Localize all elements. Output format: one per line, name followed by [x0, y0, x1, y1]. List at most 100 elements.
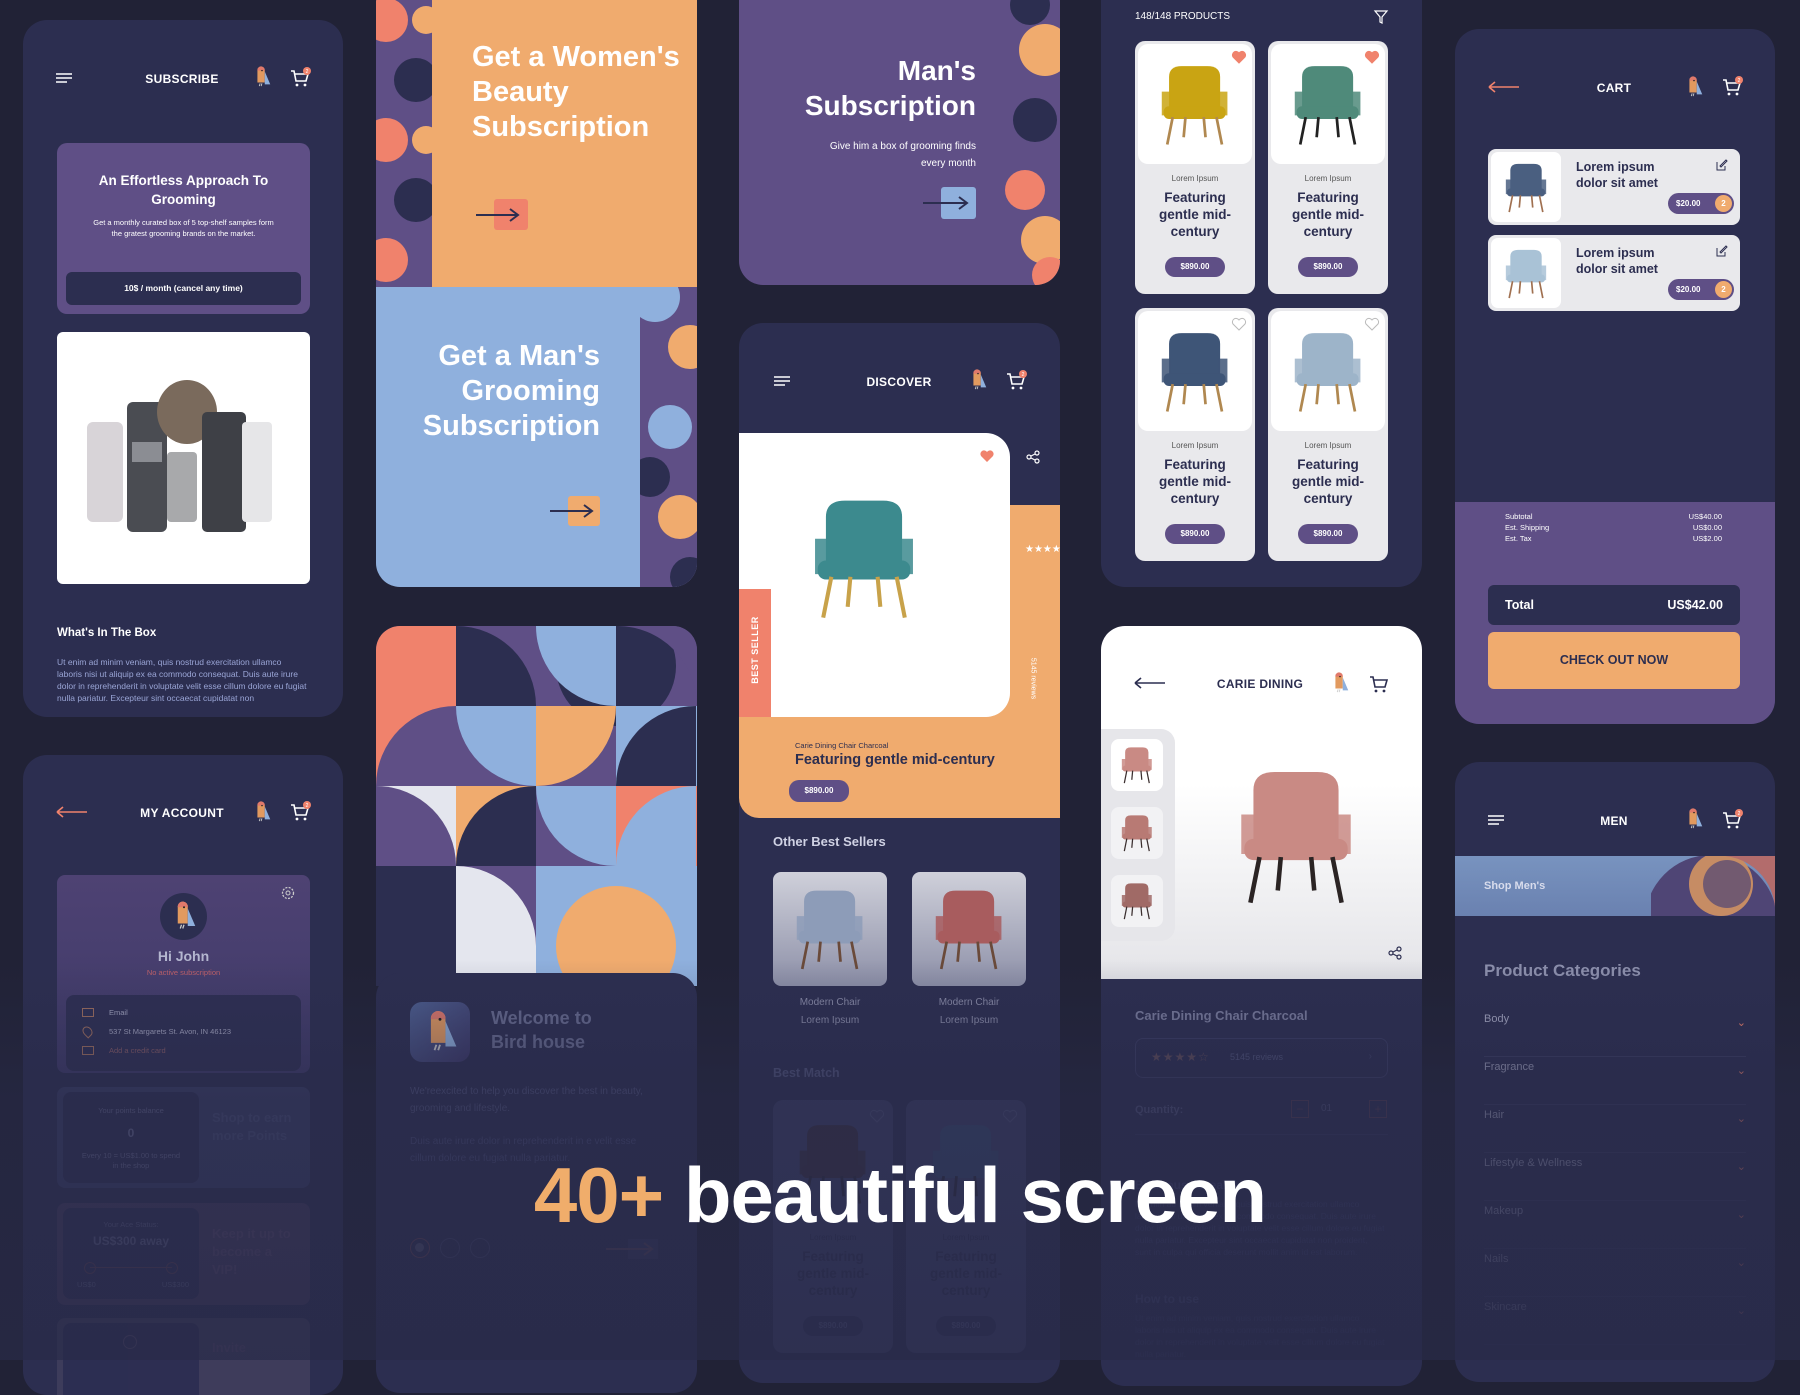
product-card[interactable]: Lorem Ipsum Featuring gentle mid-century…	[1135, 308, 1255, 561]
bird-logo-icon	[251, 801, 273, 823]
cart-icon[interactable]: 2	[1005, 370, 1027, 392]
share-icon[interactable]	[1388, 946, 1402, 960]
settings-gear-icon[interactable]	[280, 885, 296, 901]
screen-title: MY ACCOUNT	[140, 806, 224, 820]
hero-title: An Effortless Approach To Grooming	[98, 173, 269, 207]
card-title: Featuring gentle mid-century	[796, 1249, 869, 1298]
screen-title: DISCOVER	[866, 375, 932, 389]
add-credit-card-link[interactable]: Add a credit card	[109, 1046, 166, 1055]
back-arrow-icon[interactable]	[1133, 672, 1167, 694]
reviews-count: 5145 reviews	[1029, 657, 1037, 700]
heart-outline-icon[interactable]	[1364, 316, 1380, 332]
chair-drawing	[1162, 332, 1228, 412]
product-card[interactable]: Lorem Ipsum Featuring gentle mid-century…	[1268, 41, 1388, 294]
cart-item[interactable]: Lorem ipsum dolor sit amet $20.00 2	[1488, 149, 1740, 225]
men-screen: MEN 2 Shop Men's Product Categories Body…	[1455, 762, 1775, 1382]
cart-item[interactable]: Lorem ipsum dolor sit amet $20.00 2	[1488, 235, 1740, 311]
category-row[interactable]: Body ⌄	[1484, 1009, 1746, 1057]
chair-drawing	[1162, 65, 1228, 145]
banner-pattern	[1651, 856, 1775, 916]
card-title: Featuring gentle mid-century	[1291, 457, 1364, 506]
back-arrow-icon[interactable]	[55, 801, 89, 823]
hamburger-menu-icon[interactable]	[53, 67, 75, 89]
page-dot[interactable]	[470, 1238, 490, 1258]
bird-logo-icon	[967, 369, 989, 391]
heart-filled-icon[interactable]	[979, 448, 995, 464]
men-grooming-arrow-button[interactable]	[550, 496, 600, 526]
man-subscription-arrow-button[interactable]	[923, 187, 976, 219]
card-title: Featuring gentle mid-century	[1291, 190, 1364, 239]
cart-icon[interactable]: 2	[1721, 76, 1743, 98]
chevron-down-icon: ⌄	[1736, 1017, 1746, 1029]
man-subscription-promo[interactable]: Man's Subscription Give him a box of gro…	[739, 0, 1060, 285]
hamburger-menu-icon[interactable]	[1485, 809, 1507, 831]
quantity-decrement[interactable]: −	[1291, 1100, 1309, 1118]
product-card[interactable]: Lorem Ipsum Featuring gentle mid-century…	[1135, 41, 1255, 294]
address-field[interactable]: 537 St Margarets St. Avon, IN 46123	[109, 1027, 231, 1036]
next-arrow-icon[interactable]	[604, 1239, 662, 1259]
shop-mens-banner[interactable]: Shop Men's	[1455, 856, 1775, 916]
share-icon[interactable]	[1026, 450, 1040, 464]
women-promo[interactable]: Get a Women's Beauty Subscription	[376, 0, 697, 287]
chevron-down-icon: ⌄	[1736, 1305, 1746, 1317]
price-pill[interactable]: $890.00	[1298, 257, 1358, 277]
page-dot[interactable]	[440, 1238, 460, 1258]
price-pill[interactable]: $20.00 2	[1668, 193, 1734, 214]
checkout-button[interactable]: CHECK OUT NOW	[1488, 632, 1740, 689]
cart-icon[interactable]	[1368, 673, 1390, 695]
category-label: Hair	[1484, 1109, 1505, 1121]
product-card[interactable]: Lorem Ipsum Featuring gentle mid-century…	[1268, 308, 1388, 561]
email-field[interactable]: Email	[109, 1008, 128, 1017]
category-row[interactable]: Fragrance ⌄	[1484, 1057, 1746, 1105]
welcome-text-1: We'reexcited to help you discover the be…	[410, 1086, 643, 1114]
cart-item-price: $20.00	[1676, 285, 1701, 294]
price-pill[interactable]: $890.00	[803, 1316, 863, 1336]
cart-icon[interactable]: 2	[1721, 809, 1743, 831]
heart-filled-icon[interactable]	[1364, 49, 1380, 65]
circle-pattern-strip	[1005, 0, 1060, 285]
how-to-use-heading: How to use	[1135, 1292, 1200, 1306]
rating-stars: ★★★★☆	[1025, 544, 1060, 555]
thumbnail[interactable]	[1111, 875, 1163, 927]
price-pill[interactable]: $20.00 2	[1668, 279, 1734, 300]
heart-filled-icon[interactable]	[1231, 49, 1247, 65]
heart-outline-icon[interactable]	[1231, 316, 1247, 332]
invite-card[interactable]: Invite	[57, 1318, 310, 1395]
edit-icon[interactable]	[1716, 245, 1728, 257]
page-dot-active[interactable]	[410, 1238, 430, 1258]
category-row[interactable]: Skincare ⌄	[1484, 1297, 1746, 1345]
category-row[interactable]: Nails ⌄	[1484, 1249, 1746, 1297]
price-pill[interactable]: $890.00	[1165, 257, 1225, 277]
heart-outline-icon[interactable]	[869, 1108, 885, 1124]
price-pill[interactable]: $890.00	[936, 1316, 996, 1336]
svg-text:2: 2	[1738, 811, 1741, 817]
featured-product-image[interactable]	[739, 433, 1010, 717]
category-label: Fragrance	[1484, 1061, 1535, 1073]
contact-info: Email 537 St Margarets St. Avon, IN 4612…	[66, 995, 301, 1071]
quantity-label: Quantity:	[1135, 1104, 1184, 1116]
price-pill[interactable]: $890.00	[1298, 524, 1358, 544]
women-promo-arrow-button[interactable]	[476, 199, 528, 230]
chair-drawing	[1295, 332, 1361, 412]
price-button[interactable]: 10$ / month (cancel any time)	[66, 272, 301, 305]
edit-icon[interactable]	[1716, 159, 1728, 171]
category-row[interactable]: Hair ⌄	[1484, 1105, 1746, 1153]
price-pill[interactable]: $890.00	[789, 780, 849, 802]
thumbnail[interactable]	[1111, 739, 1163, 791]
thumbnail[interactable]	[1111, 807, 1163, 859]
reviews-box[interactable]: ★★★★☆ 5145 reviews ›	[1135, 1038, 1388, 1078]
filter-icon[interactable]	[1373, 9, 1389, 25]
hamburger-menu-icon[interactable]	[771, 370, 793, 392]
heart-outline-icon[interactable]	[1002, 1108, 1018, 1124]
item-name: Modern Chair	[799, 997, 861, 1008]
product-hero: CARIE DINING	[1101, 626, 1422, 979]
cart-icon[interactable]: 2	[289, 801, 311, 823]
chair-thumbnail	[773, 872, 887, 986]
back-arrow-icon[interactable]	[1487, 76, 1521, 98]
men-grooming-promo[interactable]: Get a Man's Grooming Subscription	[376, 287, 697, 587]
price-pill[interactable]: $890.00	[1165, 524, 1225, 544]
cart-icon[interactable]: 2	[289, 67, 311, 89]
quantity-value[interactable]: 01	[1321, 1103, 1332, 1114]
reviews-count: 5145 reviews	[1230, 1052, 1284, 1062]
quantity-increment[interactable]: +	[1369, 1100, 1387, 1118]
